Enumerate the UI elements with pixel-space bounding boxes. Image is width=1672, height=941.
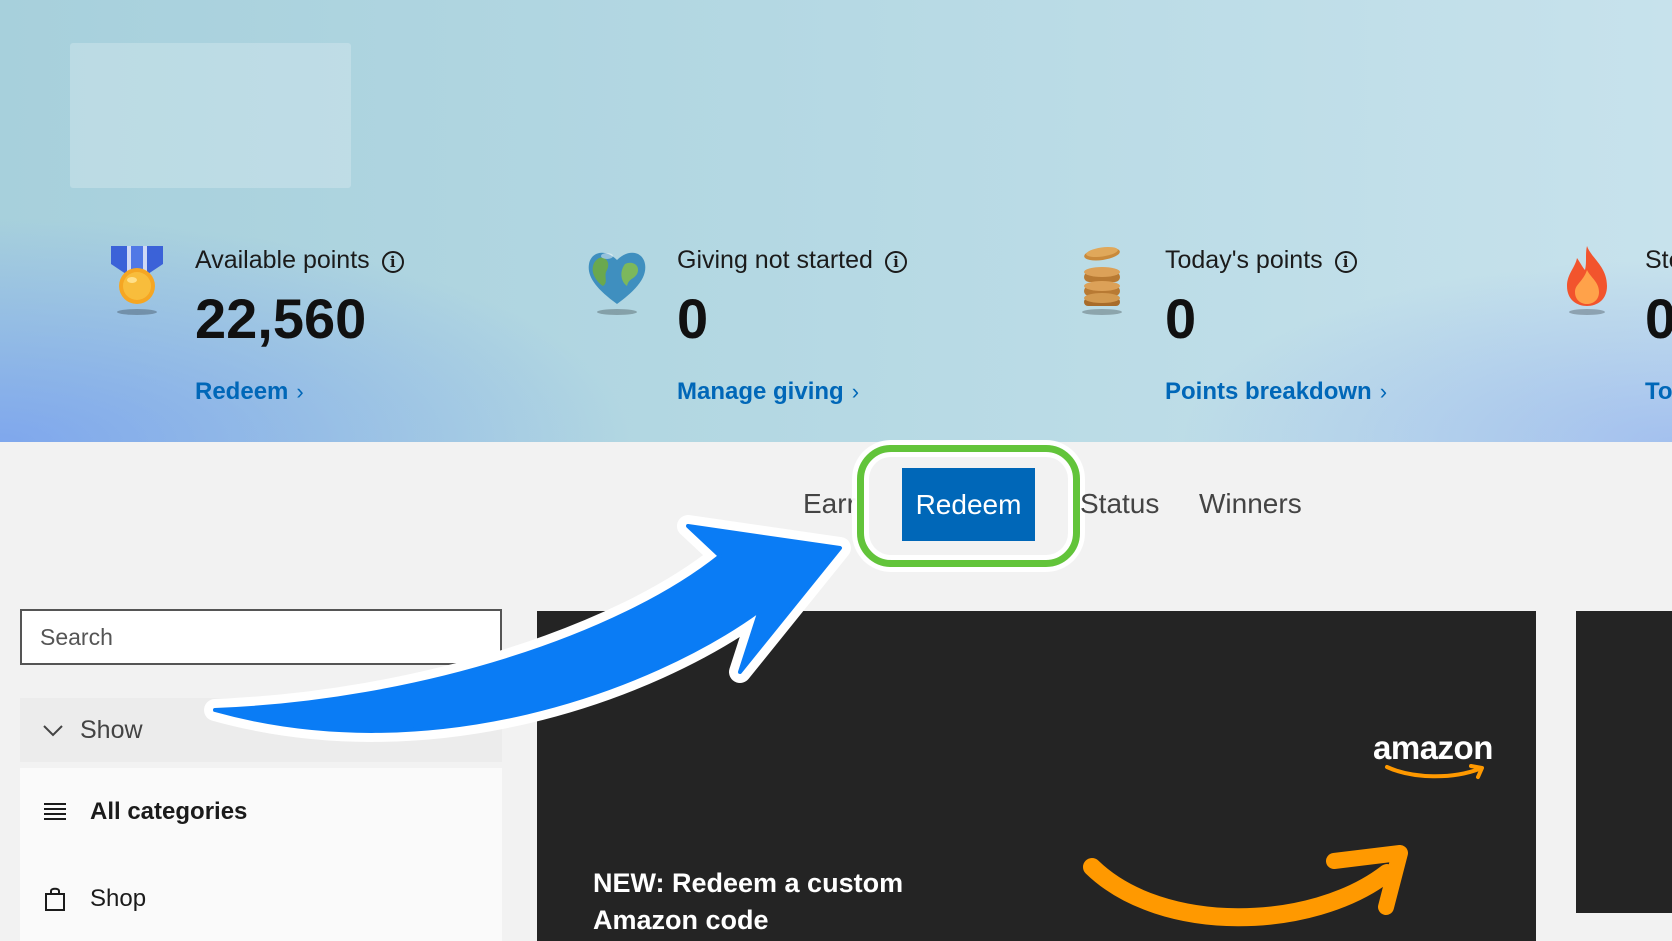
chevron-right-icon: › — [1379, 379, 1388, 404]
tab-earn[interactable]: Earr — [803, 488, 856, 520]
category-shop[interactable]: Shop — [20, 864, 502, 934]
info-icon[interactable]: i — [381, 251, 404, 273]
tab-winners[interactable]: Winners — [1199, 488, 1302, 520]
streak-link[interactable]: To — [1645, 378, 1672, 406]
info-icon[interactable]: i — [1334, 251, 1357, 273]
next-reward-card[interactable] — [1576, 611, 1672, 913]
show-label: Show — [80, 715, 143, 744]
stat-value: 22,560 — [195, 287, 367, 350]
globe-heart-icon — [588, 252, 646, 315]
shopping-bag-icon — [45, 887, 65, 911]
category-all[interactable]: All categories — [20, 777, 502, 847]
amazon-smile-icon — [1385, 764, 1484, 779]
coin-stack-icon — [1082, 247, 1122, 315]
amazon-arrow-graphic — [1083, 845, 1408, 927]
tab-redeem[interactable]: Redeem — [902, 468, 1035, 541]
search-input[interactable] — [20, 609, 502, 665]
chevron-down-icon — [43, 725, 63, 737]
category-list: All categories Shop — [20, 768, 502, 941]
medal-icon — [111, 246, 163, 315]
chevron-right-icon: › — [296, 379, 304, 404]
show-filter-toggle[interactable]: Show — [20, 698, 502, 762]
manage-giving-link[interactable]: Manage giving › — [677, 378, 859, 406]
profile-placeholder — [70, 43, 351, 188]
stat-label: Ste — [1645, 246, 1672, 274]
stat-label: Giving not started — [677, 246, 873, 274]
stat-value: 0 — [1165, 287, 1197, 350]
points-banner: Available points i 22,560 Redeem › Giving … — [0, 0, 1672, 442]
stat-label: Available points — [195, 246, 370, 274]
card-title: NEW: Redeem a custom Amazon code — [593, 868, 904, 935]
stat-value: 0 — [1645, 287, 1672, 350]
flame-icon — [1567, 246, 1607, 315]
stat-label: Today's points — [1165, 246, 1323, 274]
redeem-link[interactable]: Redeem › — [195, 378, 304, 406]
stat-value: 0 — [677, 287, 709, 350]
category-label: All categories — [90, 798, 248, 825]
list-icon — [44, 803, 66, 820]
tab-status[interactable]: Status — [1080, 488, 1159, 520]
points-breakdown-link[interactable]: Points breakdown › — [1165, 378, 1387, 406]
category-label: Shop — [90, 885, 147, 912]
featured-reward-card[interactable]: amazon NEW: Redeem a custom Amazon code — [537, 611, 1536, 941]
chevron-right-icon: › — [851, 379, 860, 404]
amazon-logo: amazon — [1373, 729, 1503, 779]
info-icon[interactable]: i — [884, 251, 907, 273]
